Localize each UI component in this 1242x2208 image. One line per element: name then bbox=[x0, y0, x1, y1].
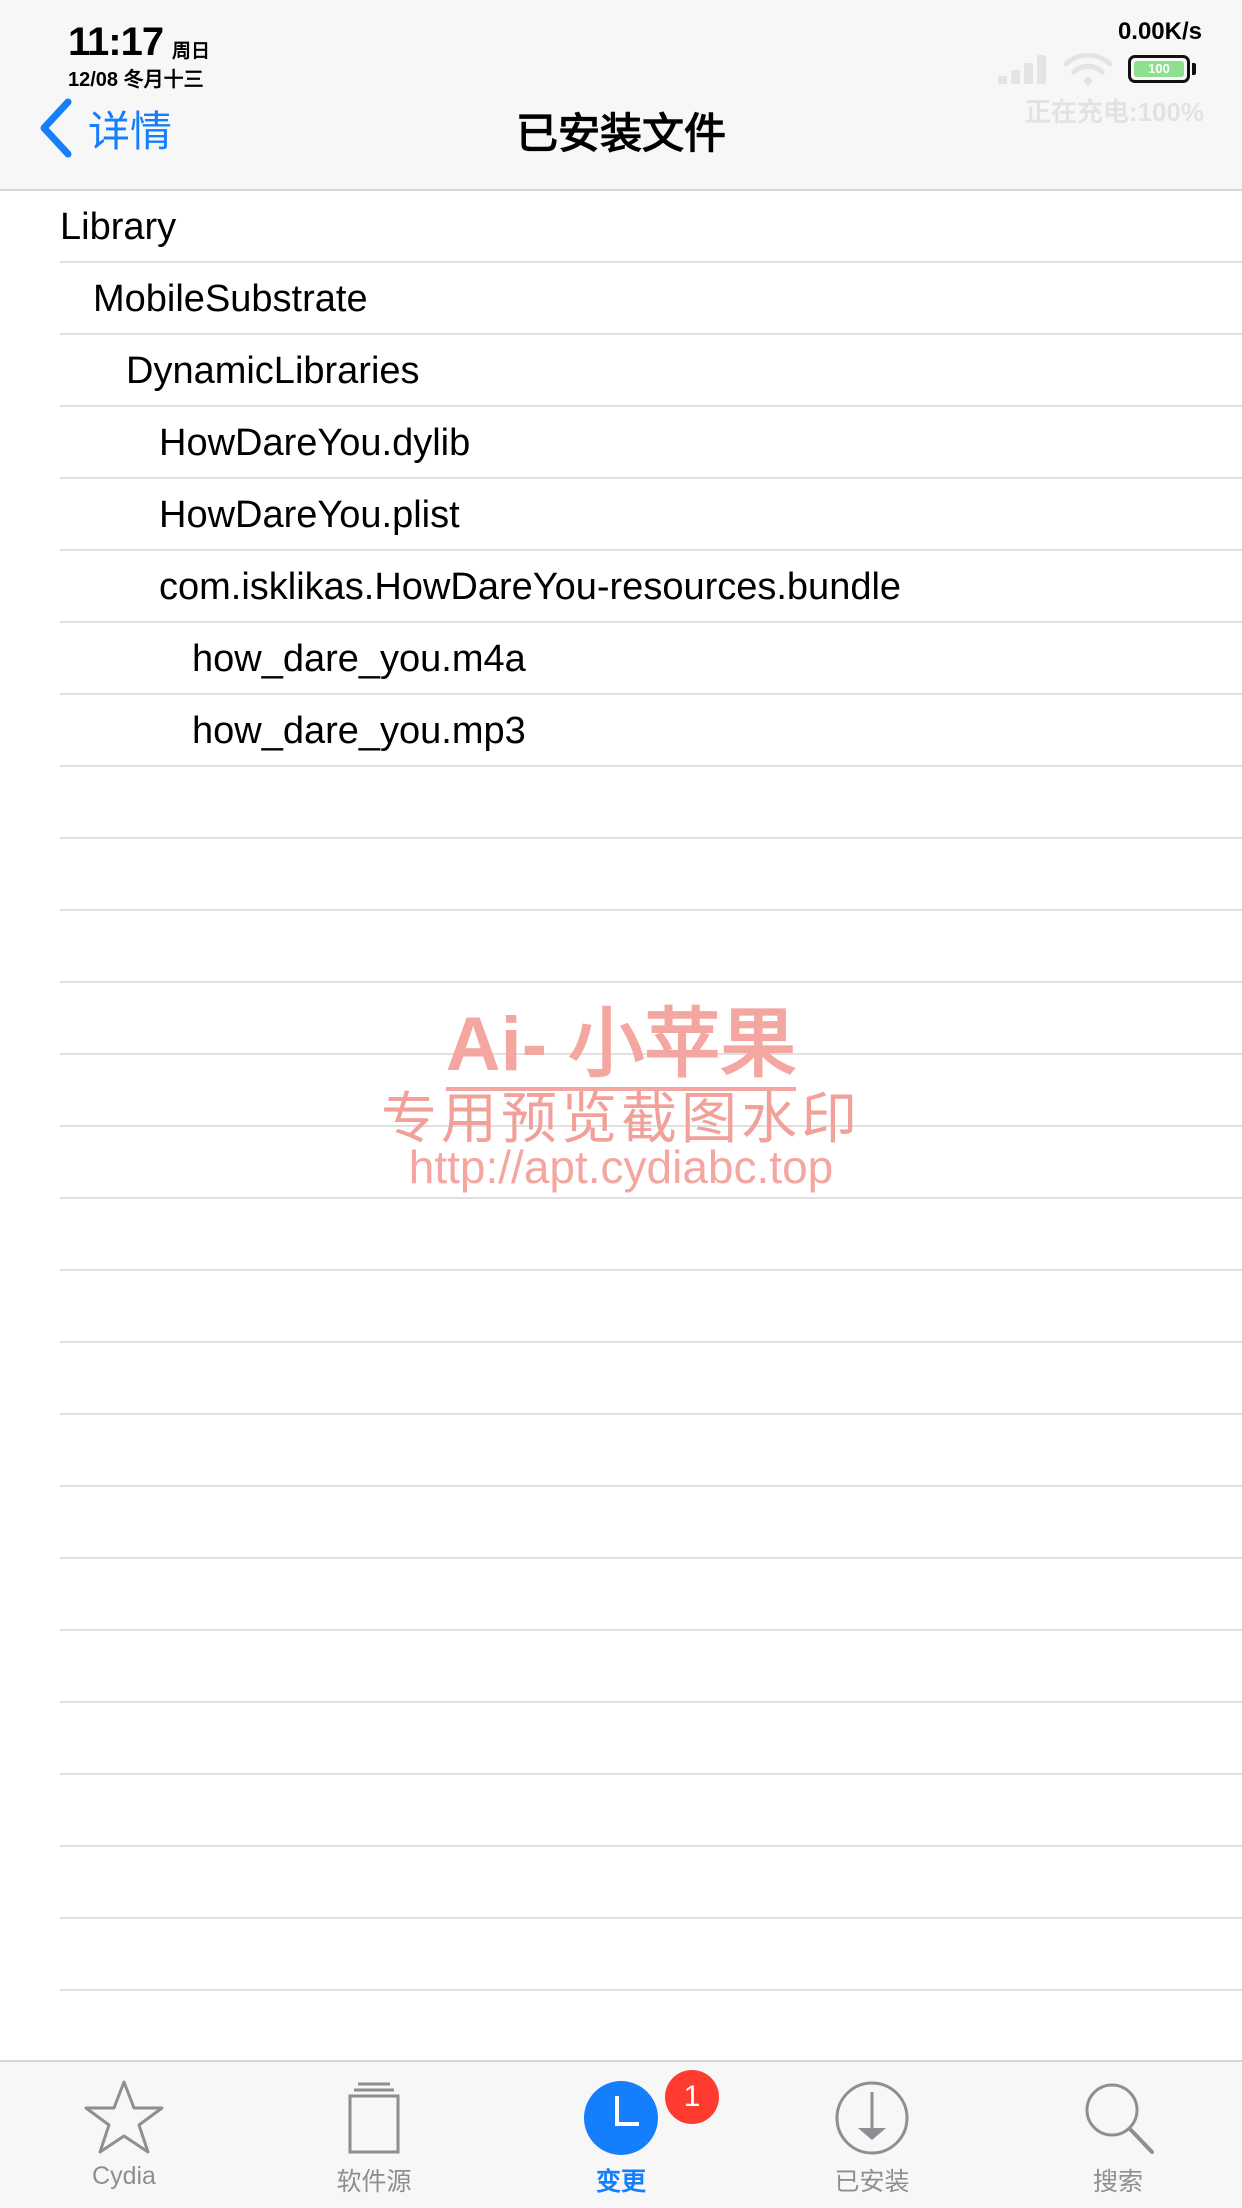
battery-tip bbox=[1192, 63, 1196, 75]
empty-row bbox=[0, 1055, 1242, 1127]
file-row: HowDareYou.plist bbox=[0, 479, 1242, 551]
status-date: 12/08 冬月十三 bbox=[68, 69, 204, 91]
empty-row bbox=[0, 1847, 1242, 1919]
empty-row bbox=[0, 767, 1242, 839]
empty-row bbox=[0, 1919, 1242, 1991]
navigation-bar: 11:17 周日 12/08 冬月十三 0.00K/s 100 正在充电:100… bbox=[0, 0, 1242, 191]
empty-row bbox=[0, 1487, 1242, 1559]
empty-row bbox=[0, 1775, 1242, 1847]
file-row: Library bbox=[0, 191, 1242, 263]
tab-label: Cydia bbox=[92, 2162, 156, 2190]
tab-cydia[interactable]: Cydia bbox=[44, 2078, 204, 2191]
empty-row bbox=[0, 1343, 1242, 1415]
tab-label: 软件源 bbox=[336, 2168, 412, 2196]
file-row: how_dare_you.m4a bbox=[0, 623, 1242, 695]
file-name: Library bbox=[60, 206, 177, 248]
empty-row bbox=[0, 1199, 1242, 1271]
wifi-icon bbox=[1064, 52, 1112, 85]
file-name: com.isklikas.HowDareYou-resources.bundle bbox=[159, 566, 902, 608]
sources-icon bbox=[348, 2082, 400, 2154]
empty-row bbox=[0, 839, 1242, 911]
empty-row bbox=[0, 1991, 1242, 2063]
file-name: DynamicLibraries bbox=[126, 350, 420, 392]
empty-row bbox=[0, 983, 1242, 1055]
file-name: HowDareYou.dylib bbox=[159, 422, 471, 464]
file-row: com.isklikas.HowDareYou-resources.bundle bbox=[0, 551, 1242, 623]
clock-icon bbox=[584, 2081, 658, 2155]
changes-badge: 1 bbox=[665, 2070, 719, 2124]
tab-label: 变更 bbox=[595, 2168, 646, 2196]
empty-row bbox=[0, 1415, 1242, 1487]
empty-row bbox=[0, 1559, 1242, 1631]
empty-row bbox=[0, 1271, 1242, 1343]
tab-label: 已安装 bbox=[834, 2168, 910, 2196]
tab-sources[interactable]: 软件源 bbox=[294, 2078, 454, 2198]
status-time: 11:17 bbox=[68, 20, 164, 64]
tab-search[interactable]: 搜索 bbox=[1038, 2078, 1198, 2198]
tab-installed[interactable]: 已安装 bbox=[792, 2078, 952, 2198]
star-icon bbox=[84, 2080, 164, 2154]
file-name: how_dare_you.mp3 bbox=[192, 710, 526, 752]
download-icon bbox=[835, 2081, 909, 2155]
installed-files-list: Library MobileSubstrate DynamicLibraries Ho… bbox=[0, 191, 1242, 2063]
empty-row bbox=[0, 1631, 1242, 1703]
file-name: how_dare_you.m4a bbox=[192, 638, 526, 680]
empty-row bbox=[0, 911, 1242, 983]
file-name: HowDareYou.plist bbox=[159, 494, 460, 536]
network-speed: 0.00K/s bbox=[1117, 18, 1202, 45]
search-icon bbox=[1085, 2083, 1154, 2154]
page-title: 已安装文件 bbox=[515, 110, 726, 157]
battery-icon: 100 bbox=[1128, 55, 1190, 83]
status-weekday: 周日 bbox=[172, 41, 211, 62]
empty-row bbox=[0, 1127, 1242, 1199]
file-row: HowDareYou.dylib bbox=[0, 407, 1242, 479]
file-row: DynamicLibraries bbox=[0, 335, 1242, 407]
file-row: how_dare_you.mp3 bbox=[0, 695, 1242, 767]
empty-row bbox=[0, 1703, 1242, 1775]
tab-bar: Cydia 软件源 变更 已安装 搜索 bbox=[0, 2060, 1242, 2208]
cellular-signal-icon bbox=[998, 54, 1050, 84]
battery-level: 100 bbox=[1134, 61, 1184, 77]
file-row: MobileSubstrate bbox=[0, 263, 1242, 335]
tab-label: 搜索 bbox=[1092, 2168, 1143, 2196]
file-name: MobileSubstrate bbox=[93, 278, 368, 320]
